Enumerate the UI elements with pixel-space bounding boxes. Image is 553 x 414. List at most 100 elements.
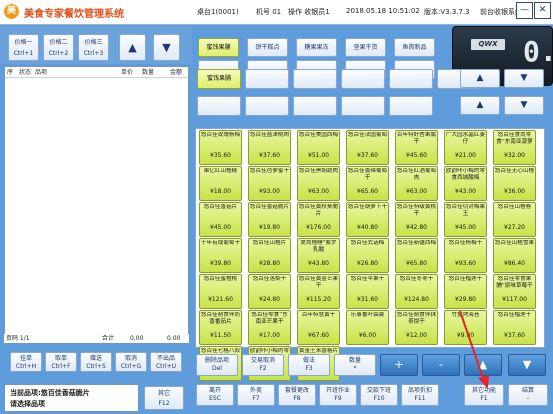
product-tile[interactable]: 悠百佳黄金芒果干 ¥115.20 <box>297 274 340 309</box>
product-tile[interactable]: 竹盐烤海苔 ¥9.80 <box>444 310 487 345</box>
product-tile[interactable]: 悠百佳法国葡萄 ¥37.60 <box>346 130 389 165</box>
subcategory-slot[interactable] <box>389 96 433 116</box>
subcategory-slot[interactable] <box>341 96 385 116</box>
product-tile[interactable]: 爱尚楂睡"紫罗乳酸 ¥43.80 <box>297 238 340 273</box>
price-three-label: 价格三 <box>84 39 103 46</box>
product-tile[interactable]: 欧韵咔小梅的零食西城酸梅 ¥43.00 <box>444 166 487 201</box>
product-tile[interactable]: 百年特慧黄干 ¥67.60 <box>297 310 340 345</box>
order-list[interactable]: 序 状态 品项 单价 数量 金额 <box>4 66 189 344</box>
product-tile[interactable]: 悠百佳香辣葡萄干 ¥65.60 <box>346 166 389 201</box>
retrieve-order-label: 取单 <box>54 355 67 362</box>
product-tile[interactable]: 悠百佳新疆西梅 ¥65.80 <box>395 238 438 273</box>
order-scroll-down-button[interactable]: ▼ <box>153 34 180 61</box>
product-tile[interactable]: 悠百佳蜜橙桃 ¥121.60 <box>199 274 242 309</box>
move-down-button[interactable]: ▼ <box>508 354 546 376</box>
product-tile[interactable]: 百年特好杏果腐干 ¥45.60 <box>395 130 438 165</box>
increase-button[interactable]: + <box>380 354 418 376</box>
product-tile[interactable]: 悠百佳食尚零食“东南亚菠萝 ¥32.00 <box>493 130 536 165</box>
leave-button[interactable]: 离开 ESC <box>196 384 234 406</box>
product-tile[interactable]: 悠百佳萌食伴奶香番茄片 ¥11.50 <box>199 310 242 345</box>
product-tile[interactable]: 悠百佳玫瑰杨梅 ¥35.60 <box>199 130 242 165</box>
product-tile[interactable]: 悠百佳香菇脆片 ¥19.80 <box>248 202 291 237</box>
product-tile[interactable]: 悠百佳榴莲干 ¥29.80 <box>444 274 487 309</box>
subcategory-down-button[interactable]: ▼ <box>504 69 544 88</box>
product-tile[interactable]: 悠百佳式话梅 ¥26.80 <box>346 238 389 273</box>
price-two-button[interactable]: 价格二 Ctrl+2 <box>43 34 74 61</box>
product-price: ¥176.00 <box>306 224 331 231</box>
no-serve-button[interactable]: 不出品 Ctrl+U <box>150 352 182 372</box>
other-function-button[interactable]: 其它 F12 <box>144 386 184 410</box>
price-toolbar: 价格一 Ctrl+1 价格二 Ctrl+2 价格三 Ctrl+3 ▲ ▼ <box>0 26 192 64</box>
quantity-key: * <box>353 365 357 372</box>
combo-change-button[interactable]: 套餐更改 F8 <box>278 384 316 406</box>
subcategory-slot[interactable] <box>293 69 337 89</box>
price-three-button[interactable]: 价格三 Ctrl+3 <box>78 34 109 61</box>
category-tab-candy[interactable]: 糖果果冻 <box>296 38 337 57</box>
subcategory-slot[interactable] <box>389 69 433 89</box>
product-tile[interactable]: 悠百佳黑胡蔬肉 ¥63.00 <box>297 166 340 201</box>
product-tile[interactable]: 果亿红山楂糕 ¥18.00 <box>199 166 242 201</box>
product-tile[interactable]: 悠百佳山楂卷 ¥27.20 <box>493 202 536 237</box>
product-tile[interactable]: 十年有成葡萄干 ¥39.80 <box>199 238 242 273</box>
category-tab-nuts[interactable]: 坚果干货 <box>345 38 386 57</box>
product-tile[interactable]: 乐事番叶袋装 ¥6.00 <box>346 310 389 345</box>
product-tile[interactable]: 悠百佳特级黄桃干 ¥42.80 <box>395 202 438 237</box>
product-tile[interactable]: 悠百佳冬枣干 ¥124.80 <box>395 274 438 309</box>
retrieve-order-button[interactable]: 取单 Ctrl+F <box>45 352 77 372</box>
product-tile[interactable]: 悠百佳美国西梅 ¥51.00 <box>297 130 340 165</box>
subcategory-slot[interactable] <box>245 69 289 89</box>
subcategory-page-down-button[interactable]: ▼ <box>504 96 544 115</box>
subcategory-slot[interactable] <box>245 96 289 116</box>
quantity-button[interactable]: 数量 * <box>334 354 376 376</box>
product-tile[interactable]: 悠百佳红酒葡萄肉 ¥63.00 <box>395 166 438 201</box>
price-one-button[interactable]: 价格一 Ctrl+1 <box>8 34 39 61</box>
product-tile[interactable]: 悠百佳杨梅干 ¥93.60 <box>444 238 487 273</box>
hold-order-button[interactable]: 挂单 Ctrl+H <box>10 352 42 372</box>
order-scroll-up-button[interactable]: ▲ <box>119 34 146 61</box>
product-tile[interactable]: 悠百佳黄秋葵脆片 ¥176.00 <box>297 202 340 237</box>
product-name: 果亿红山楂糕 <box>203 168 238 174</box>
product-tile[interactable]: 悠百佳山楂雪果 ¥86.40 <box>493 238 536 273</box>
product-tile[interactable]: 悠百佳榴莲干 ¥37.60 <box>493 310 536 345</box>
item-discount-button[interactable]: 品项折扣 F11 <box>401 384 439 406</box>
takeout-button[interactable]: 外卖 F7 <box>237 384 275 406</box>
decrease-button[interactable]: - <box>422 354 460 376</box>
subcategory-slot[interactable] <box>293 96 337 116</box>
subcategory-slot[interactable] <box>197 96 241 116</box>
product-tile[interactable]: 悠百佳洛梨干 ¥24.80 <box>248 274 291 309</box>
minimize-button[interactable]: — <box>516 2 533 19</box>
cancel-transaction-button[interactable]: 交易取消 F2 <box>242 354 284 376</box>
price-one-label: 价格一 <box>14 39 33 46</box>
product-tile[interactable]: 悠百佳山楂片 ¥28.80 <box>248 238 291 273</box>
close-button[interactable]: ✕ <box>534 2 551 19</box>
subcategory-slot[interactable] <box>341 69 385 89</box>
gift-button[interactable]: 赠送 Ctrl+S <box>80 352 112 372</box>
product-tile[interactable]: 悠百佳芭萝蜜干 ¥93.00 <box>248 166 291 201</box>
product-tile[interactable]: 悠百佳苹果干 ¥31.60 <box>346 274 389 309</box>
method-button[interactable]: 做法 F3 <box>288 354 330 376</box>
product-tile[interactable]: 悠百佳胡萝卜干 ¥40.80 <box>346 202 389 237</box>
product-tile[interactable]: 悠百佳无心山楂 ¥36.00 <box>493 166 536 201</box>
delete-item-button[interactable]: 删除品项 Del <box>196 354 238 376</box>
category-tab-biscuits[interactable]: 饼干糕点 <box>247 38 288 57</box>
product-tile[interactable]: 悠百佳零食“东南亚芒果干 ¥17.00 <box>248 310 291 345</box>
other-functions-button[interactable]: 其它功能 F1 <box>464 384 504 406</box>
checkout-button[interactable]: 结算 - <box>508 384 548 406</box>
subcategory-up-button[interactable]: ▲ <box>460 69 500 88</box>
move-up-button[interactable]: ▲ <box>464 354 502 376</box>
product-tile[interactable]: 悠百佳萌食伴抹茶饼干 ¥12.00 <box>395 310 438 345</box>
category-tab-fish-meat[interactable]: 鱼肉制品 <box>394 38 435 57</box>
cancel-item-button[interactable]: 取消 Ctrl+G <box>115 352 147 372</box>
subcategory-page-up-button[interactable]: ▲ <box>460 96 500 115</box>
category-tab-preserved-fruit[interactable]: 蜜饯果脯 <box>198 38 239 57</box>
product-tile[interactable]: 悠百佳零食果脯“原味草莓干 ¥117.00 <box>493 274 536 309</box>
product-name: 悠百佳切对梅果王 <box>445 204 486 217</box>
open-shift-button[interactable]: 开班作业 F9 <box>319 384 357 406</box>
end-shift-button[interactable]: 交款下班 F10 <box>360 384 398 406</box>
product-price: ¥29.80 <box>455 296 476 303</box>
product-tile[interactable]: 悠百佳香菇片 ¥45.00 <box>199 202 242 237</box>
product-tile[interactable]: 悠百佳切对梅果王 ¥45.00 <box>444 202 487 237</box>
product-tile[interactable]: 广大园水晶红姜仔 ¥21.00 <box>444 130 487 165</box>
subcategory-tab-selected[interactable]: 蜜饯果脯 <box>197 69 241 89</box>
product-tile[interactable]: 悠百佳盐津桃肉 ¥37.60 <box>248 130 291 165</box>
